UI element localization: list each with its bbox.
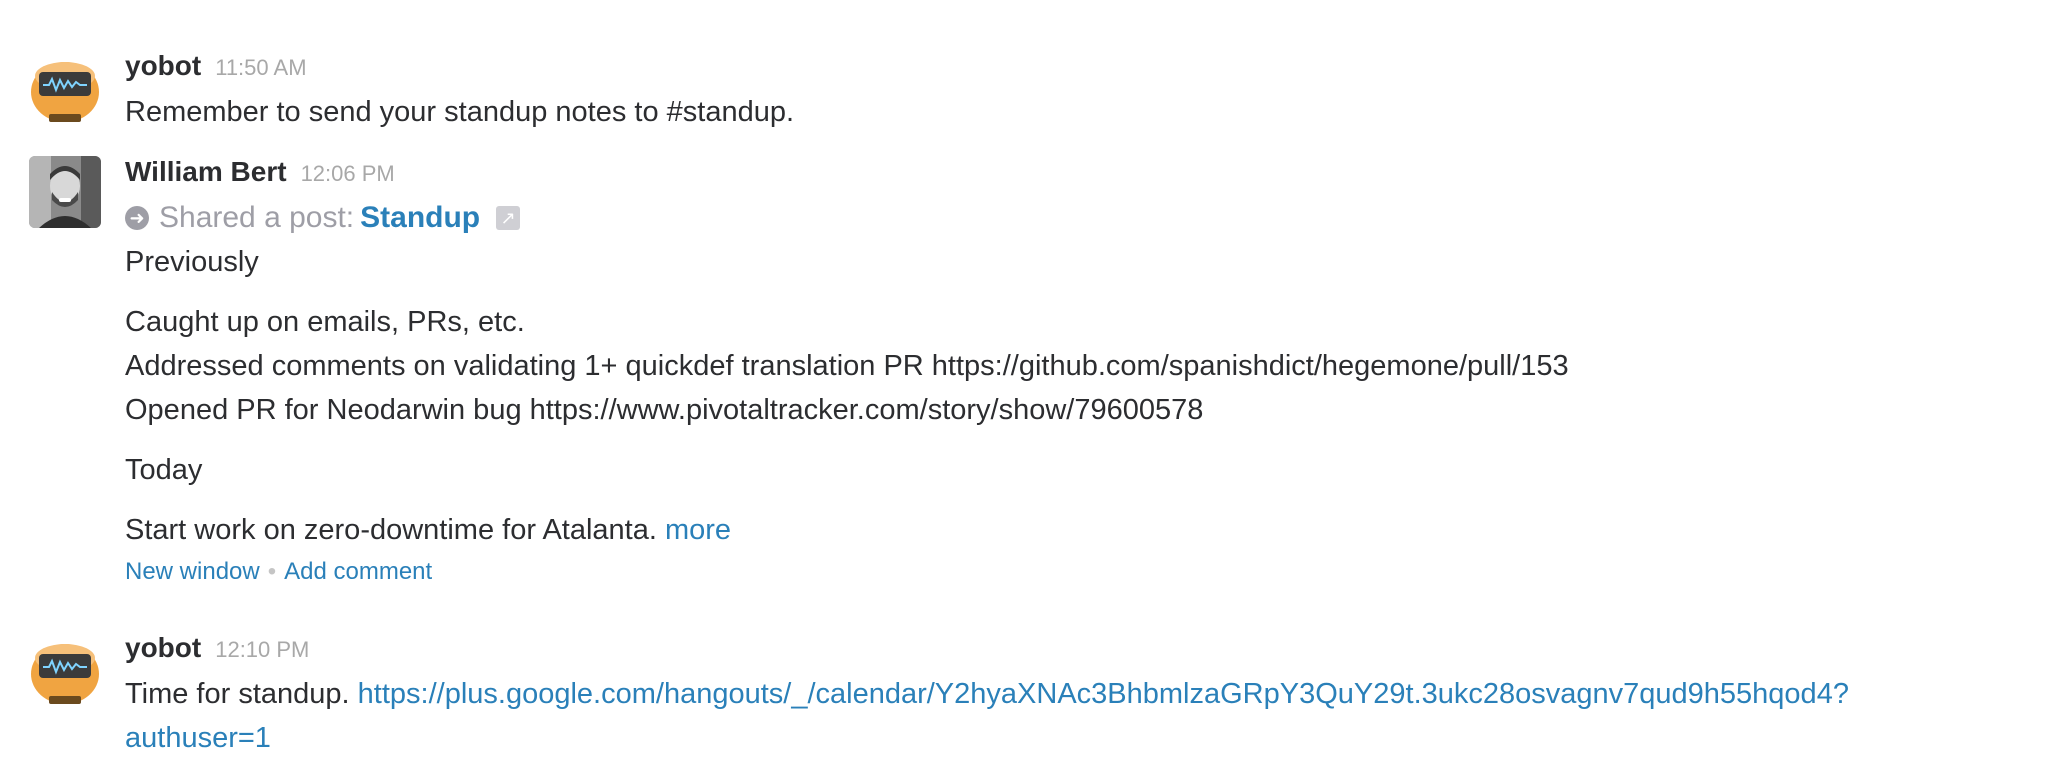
robot-avatar-icon <box>31 644 99 704</box>
post-line: Start work on zero-downtime for Atalanta… <box>125 508 2014 552</box>
arrow-right-circle-icon: ➜ <box>125 206 149 230</box>
timestamp[interactable]: 11:50 AM <box>215 55 306 81</box>
yobot-avatar[interactable] <box>29 634 101 706</box>
action-separator: • <box>267 558 277 585</box>
add-comment-link[interactable]: Add comment <box>284 558 432 585</box>
timestamp[interactable]: 12:10 PM <box>215 637 309 663</box>
message-yobot-1210: yobot 12:10 PM Time for standup. https:/… <box>0 632 2054 762</box>
post-heading-previously: Previously <box>125 246 259 278</box>
sender-name[interactable]: yobot <box>125 632 201 664</box>
yobot-avatar[interactable] <box>29 52 101 124</box>
message-text: Time for standup. <box>125 678 350 710</box>
shared-post-header: ➜ Shared a post: Standup ↗ <box>125 196 2014 240</box>
post-actions: New window • Add comment <box>125 552 2014 592</box>
timestamp[interactable]: 12:06 PM <box>301 161 395 187</box>
post-line: Opened PR for Neodarwin bug https://www.… <box>125 394 1204 426</box>
hangout-link[interactable]: https://plus.google.com/hangouts/_/calen… <box>358 678 1849 710</box>
post-title-link[interactable]: Standup <box>360 196 480 240</box>
message-yobot-1150: yobot 11:50 AM Remember to send your sta… <box>0 50 2054 140</box>
sender-name[interactable]: yobot <box>125 50 201 82</box>
message-text-line: Time for standup. https://plus.google.co… <box>125 672 2014 716</box>
post-line: Caught up on emails, PRs, etc. <box>125 306 525 338</box>
message-william-bert-1206: William Bert 12:06 PM ➜ Shared a post: S… <box>0 156 2054 606</box>
post-heading-today: Today <box>125 454 203 486</box>
shared-prefix: Shared a post: <box>159 201 355 234</box>
new-window-link[interactable]: New window <box>125 558 260 585</box>
message-text: Remember to send your standup notes to #… <box>125 96 795 128</box>
message-text-line: authuser=1 <box>125 716 2014 760</box>
external-link-icon[interactable]: ↗ <box>496 206 521 230</box>
hangout-link-continued[interactable]: authuser=1 <box>125 722 271 754</box>
robot-avatar-icon <box>31 62 99 122</box>
person-photo-avatar <box>29 156 101 228</box>
user-avatar[interactable] <box>29 156 101 228</box>
post-line-text: Start work on zero-downtime for Atalanta… <box>125 514 657 546</box>
sender-name[interactable]: William Bert <box>125 156 287 188</box>
more-link[interactable]: more <box>665 514 731 546</box>
post-line: Addressed comments on validating 1+ quic… <box>125 350 1569 382</box>
